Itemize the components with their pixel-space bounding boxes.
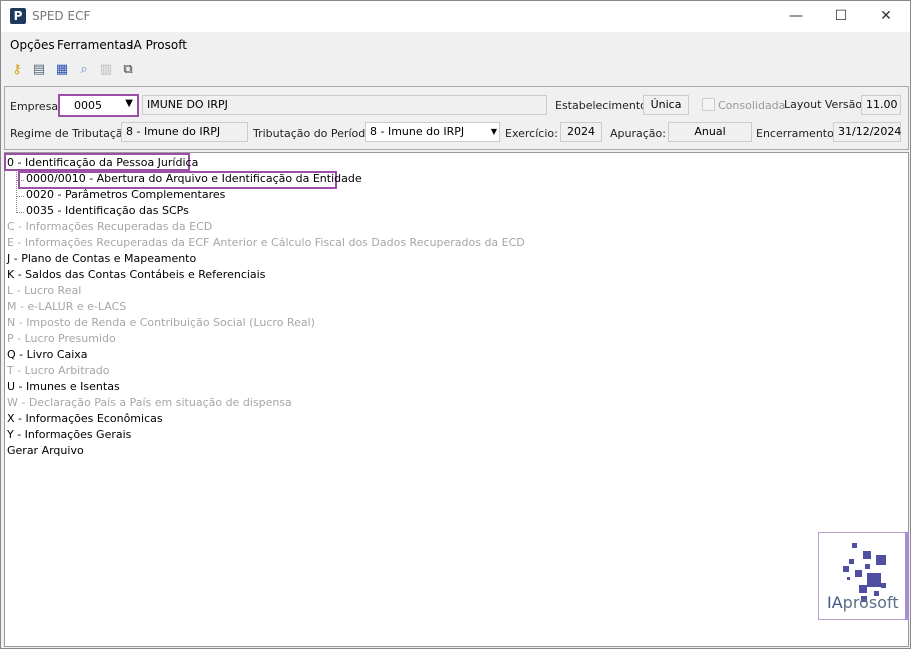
ia-prosoft-logo: IAprosoft [818, 532, 906, 620]
tree-node[interactable]: U - Imunes e Isentas [7, 379, 120, 395]
layout-label: Layout Versão: [784, 98, 866, 111]
tree-connector [16, 196, 24, 197]
key-icon[interactable]: ⚷ [9, 62, 25, 78]
close-button[interactable]: ✕ [863, 1, 909, 32]
menu-ia-prosoft[interactable]: IA Prosoft [130, 38, 187, 52]
menu-ferramentas[interactable]: Ferramentas [57, 38, 133, 52]
tree-connector [16, 212, 24, 213]
tree-node[interactable]: 0 - Identificação da Pessoa Jurídica [7, 155, 198, 171]
tree-node: T - Lucro Arbitrado [7, 364, 110, 377]
chevron-down-icon[interactable]: ▼ [491, 123, 497, 141]
tree-node: C - Informações Recuperadas da ECD [7, 220, 213, 233]
tree-node: M - e-LALUR e e-LACS [7, 300, 127, 313]
chevron-down-icon[interactable]: ▼ [125, 98, 133, 109]
tree-node[interactable]: Q - Livro Caixa [7, 347, 88, 363]
tree-node[interactable]: 0020 - Parâmetros Complementares [26, 187, 225, 203]
toolbar: ⚷ ▤ ▦ ⌕ ▥ ⧉ [1, 59, 910, 83]
tree-node[interactable]: X - Informações Econômicas [7, 411, 163, 427]
tree-node[interactable]: J - Plano de Contas e Mapeamento [7, 251, 196, 267]
tributacao-value: 8 - Imune do IRPJ [370, 125, 465, 138]
exercicio-field: 2024 [560, 122, 602, 142]
regime-label: Regime de Tributação: [10, 127, 134, 140]
encerramento-field: 31/12/2024 [833, 122, 901, 142]
tree-node: W - Declaração País a País em situação d… [7, 396, 292, 409]
tree-node[interactable]: K - Saldos das Contas Contábeis e Refere… [7, 267, 265, 283]
tree-node[interactable]: Gerar Arquivo [7, 443, 84, 459]
consolidada-checkbox[interactable] [702, 98, 715, 111]
tributacao-label: Tributação do Período: [253, 127, 376, 140]
apuracao-label: Apuração: [610, 127, 666, 140]
minimize-button[interactable]: — [773, 1, 819, 32]
register-tree: 0 - Identificação da Pessoa Jurídica 0000… [4, 152, 909, 647]
preview-icon[interactable]: ⌕ [76, 62, 92, 78]
tree-node: N - Imposto de Renda e Contribuição Soci… [7, 316, 315, 329]
consolidada-label: Consolidada [718, 99, 786, 112]
layout-field: 11.00 [861, 95, 901, 115]
company-panel: Empresa: 0005 ▼ IMUNE DO IRPJ Estabeleci… [4, 86, 909, 150]
regime-field: 8 - Imune do IRPJ [121, 122, 248, 142]
table-icon: ▥ [99, 62, 113, 77]
tree-node[interactable]: 0035 - Identificação das SCPs [26, 203, 189, 219]
tree-node[interactable]: Y - Informações Gerais [7, 427, 131, 443]
estabelecimento-field: Única [643, 95, 689, 115]
tree-node: E - Informações Recuperadas da ECF Anter… [7, 236, 525, 249]
title-bar: P SPED ECF — ☐ ✕ [1, 1, 910, 32]
logo-text-ia: IA [827, 593, 843, 612]
settings-icon[interactable]: ▤ [31, 62, 47, 78]
tree-node: L - Lucro Real [7, 284, 82, 297]
tree-node: P - Lucro Presumido [7, 332, 116, 345]
empresa-select[interactable]: 0005 ▼ [58, 94, 139, 117]
estabelecimento-label: Estabelecimento: [555, 99, 651, 112]
apuracao-field: Anual [668, 122, 752, 142]
exercicio-label: Exercício: [505, 127, 558, 140]
app-window: P SPED ECF — ☐ ✕ Opções Ferramentas IA P… [0, 0, 911, 649]
maximize-button[interactable]: ☐ [818, 1, 864, 32]
app-logo-icon: P [10, 8, 26, 24]
tributacao-select[interactable]: 8 - Imune do IRPJ ▼ [365, 122, 500, 142]
encerramento-label: Encerramento: [756, 127, 838, 140]
window-title: SPED ECF [32, 9, 91, 23]
accent-bar [905, 532, 909, 620]
logo-text-prosoft: prosoft [842, 593, 899, 612]
menu-bar: Opções Ferramentas IA Prosoft [1, 34, 910, 56]
empresa-label: Empresa: [10, 100, 62, 113]
empresa-value: 0005 [74, 99, 102, 112]
empresa-name-field: IMUNE DO IRPJ [142, 95, 547, 115]
document-icon[interactable]: ▦ [54, 62, 70, 78]
tree-node[interactable]: 0000/0010 - Abertura do Arquivo e Identi… [26, 171, 362, 187]
copy-icon[interactable]: ⧉ [120, 62, 136, 78]
tree-connector [16, 170, 17, 213]
menu-opcoes[interactable]: Opções [10, 38, 55, 52]
